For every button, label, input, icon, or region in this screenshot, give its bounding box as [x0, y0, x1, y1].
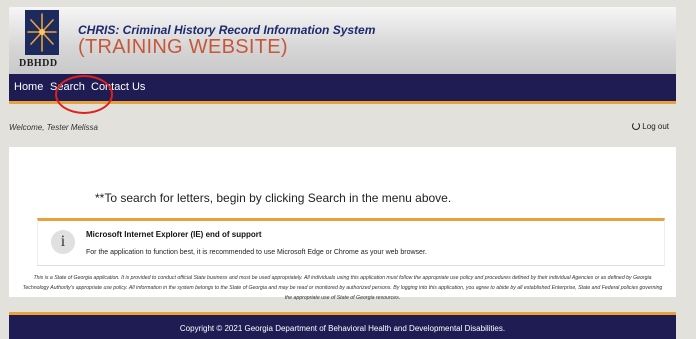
search-instructions: **To search for letters, begin by clicki… [95, 191, 452, 205]
system-name: CHRIS: Criminal History Record Informati… [78, 23, 376, 37]
main-content: **To search for letters, begin by clicki… [9, 147, 676, 301]
welcome-bar: Welcome, Tester Melissa Log out [9, 104, 676, 147]
logout-label: Log out [642, 122, 669, 131]
welcome-text: Welcome, Tester Melissa [9, 123, 98, 132]
copyright-text: Copyright © 2021 Georgia Department of B… [179, 324, 506, 333]
disclaimer-text: This is a State of Georgia application. … [22, 275, 663, 301]
training-website-label: (TRAINING WEBSITE) [78, 36, 288, 58]
site-footer: Copyright © 2021 Georgia Department of B… [9, 315, 676, 339]
ie-notice: i Microsoft Internet Explorer (IE) end o… [37, 218, 665, 266]
power-icon [632, 122, 641, 130]
notice-body: For the application to function best, it… [86, 249, 427, 256]
star-icon [25, 10, 59, 55]
highlight-circle [55, 75, 113, 114]
logout-link[interactable]: Log out [632, 122, 669, 131]
nav-home[interactable]: Home [14, 81, 43, 93]
page-frame: DBHDD CHRIS: Criminal History Record Inf… [9, 7, 676, 339]
site-header: DBHDD CHRIS: Criminal History Record Inf… [9, 7, 676, 74]
dbhdd-logo: DBHDD [19, 10, 69, 72]
logo-text: DBHDD [19, 58, 58, 69]
notice-title: Microsoft Internet Explorer (IE) end of … [86, 230, 262, 239]
info-icon: i [51, 230, 75, 254]
